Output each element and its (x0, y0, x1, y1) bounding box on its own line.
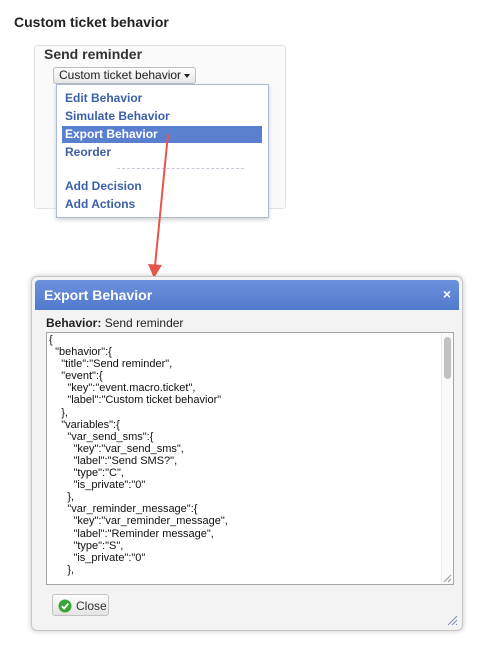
export-behavior-dialog: Export Behavior × Behavior: Send reminde… (31, 276, 463, 631)
behavior-menu-button[interactable]: Custom ticket behavior (53, 67, 197, 84)
menu-item-export-behavior[interactable]: Export Behavior (62, 126, 262, 143)
close-button-label: Close (76, 599, 107, 613)
page-title: Custom ticket behavior (14, 14, 169, 30)
json-content: { "behavior":{ "title":"Send reminder", … (49, 334, 228, 576)
scrollbar[interactable] (441, 333, 453, 584)
close-button[interactable]: Close (52, 594, 109, 616)
menu-item-add-actions[interactable]: Add Actions (62, 196, 262, 213)
close-icon[interactable]: × (443, 286, 451, 302)
behavior-label-value: Send reminder (104, 316, 184, 330)
menu-item-simulate-behavior[interactable]: Simulate Behavior (62, 108, 262, 125)
menu-item-edit-behavior[interactable]: Edit Behavior (62, 90, 262, 107)
dialog-header: Export Behavior × (35, 280, 459, 310)
menu-divider (117, 168, 244, 169)
behavior-label: Behavior: Send reminder (46, 316, 183, 330)
resize-grip-icon[interactable] (442, 573, 452, 583)
caret-down-icon (184, 73, 191, 78)
menu-item-add-decision[interactable]: Add Decision (62, 178, 262, 195)
dialog-title: Export Behavior (44, 287, 153, 303)
check-circle-icon (58, 599, 72, 613)
behavior-menu-button-label: Custom ticket behavior (59, 68, 182, 82)
scroll-thumb[interactable] (444, 337, 451, 379)
json-textarea[interactable]: { "behavior":{ "title":"Send reminder", … (46, 332, 454, 585)
behavior-name: Send reminder (44, 46, 143, 62)
behavior-label-key: Behavior: (46, 316, 102, 330)
menu-item-reorder[interactable]: Reorder (62, 144, 262, 161)
behavior-dropdown-menu: Edit Behavior Simulate Behavior Export B… (56, 84, 269, 218)
dialog-resize-grip-icon[interactable] (446, 614, 458, 626)
